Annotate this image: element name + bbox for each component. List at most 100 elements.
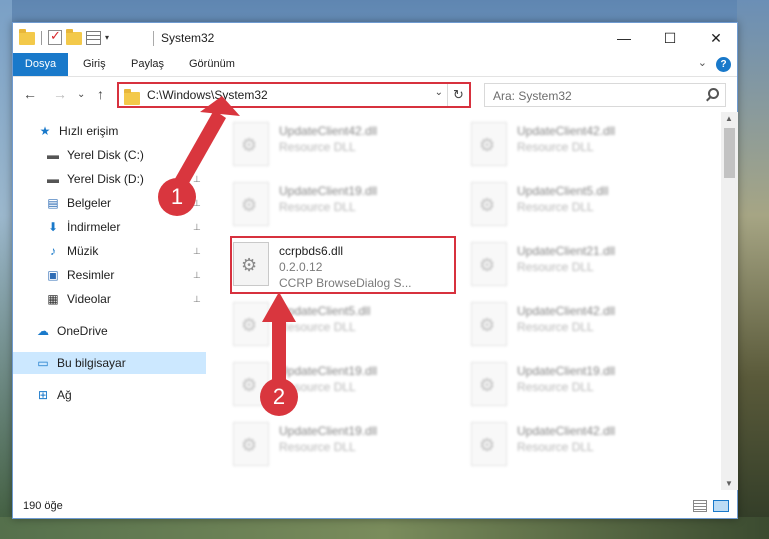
dll-file-icon	[471, 422, 507, 466]
dll-file-icon	[233, 422, 269, 466]
large-icons-view-icon[interactable]	[713, 500, 729, 512]
sidebar-item-downloads[interactable]: ⬇ İndirmeler ⊥	[13, 216, 206, 238]
list-item[interactable]: UpdateClient42.dll Resource DLL	[471, 420, 701, 476]
scroll-down-icon[interactable]: ▼	[725, 479, 733, 488]
dll-file-icon	[471, 122, 507, 166]
address-path[interactable]: C:\Windows\System32	[147, 88, 268, 102]
address-bar[interactable]: C:\Windows\System32 ⌄ ↻	[117, 82, 471, 108]
dll-file-icon	[471, 302, 507, 346]
computer-icon: ▭	[37, 356, 49, 370]
sidebar-item-this-pc[interactable]: ▭ Bu bilgisayar	[13, 352, 206, 374]
desktop-background-left	[0, 0, 12, 539]
list-item[interactable]: UpdateClient19.dll Resource DLL	[471, 360, 701, 416]
dll-file-icon	[233, 302, 269, 346]
list-item[interactable]: UpdateClient21.dll Resource DLL	[471, 240, 701, 296]
close-button[interactable]: ✕	[693, 23, 739, 53]
search-placeholder: Ara: System32	[493, 89, 572, 103]
list-item[interactable]: UpdateClient42.dll Resource DLL	[471, 120, 701, 176]
tab-home[interactable]: Giriş	[73, 53, 116, 76]
forward-button[interactable]: →	[53, 86, 67, 102]
help-icon[interactable]: ?	[716, 57, 731, 72]
sidebar-item-label: Resimler	[67, 268, 115, 282]
file-name: UpdateClient5.dll	[517, 184, 609, 198]
vertical-scrollbar[interactable]: ▲ ▼	[721, 112, 738, 490]
download-icon: ⬇	[47, 220, 59, 234]
sidebar-item-onedrive[interactable]: ☁ OneDrive	[13, 320, 206, 342]
network-icon: ⊞	[37, 388, 49, 402]
search-input[interactable]: Ara: System32	[484, 83, 726, 107]
maximize-button[interactable]: ☐	[647, 23, 693, 53]
file-name: UpdateClient42.dll	[517, 124, 616, 138]
tab-file[interactable]: Dosya	[13, 53, 68, 76]
pin-icon[interactable]: ⊥	[193, 174, 201, 185]
minimize-button[interactable]: —	[601, 23, 647, 53]
back-button[interactable]: ←	[23, 86, 37, 102]
up-button[interactable]: ↑	[97, 86, 104, 102]
file-description: Resource DLL	[517, 380, 594, 394]
sidebar-item-network[interactable]: ⊞ Ağ	[13, 384, 206, 406]
desktop-background-bottom	[0, 517, 769, 539]
details-view-icon[interactable]	[693, 500, 707, 512]
documents-icon: ▤	[47, 196, 59, 210]
navigation-pane: ★ Hızlı erişim ▬ Yerel Disk (C:) ▬ Yerel…	[13, 112, 206, 490]
properties-check-icon[interactable]	[48, 28, 62, 45]
list-item[interactable]: UpdateClient19.dll Resource DLL	[233, 180, 463, 236]
sidebar-item-label: Müzik	[67, 244, 99, 258]
file-description: Resource DLL	[517, 320, 594, 334]
new-folder-icon[interactable]	[66, 29, 82, 45]
file-name: UpdateClient42.dll	[279, 124, 378, 138]
list-item[interactable]: UpdateClient5.dll Resource DLL	[233, 300, 463, 356]
refresh-button[interactable]: ↻	[447, 84, 469, 106]
file-description: Resource DLL	[279, 440, 356, 454]
drive-icon: ▬	[47, 148, 59, 162]
sidebar-item-quick-access[interactable]: ★ Hızlı erişim	[13, 120, 206, 142]
sidebar-item-label: Yerel Disk (C:)	[67, 148, 144, 162]
tab-view[interactable]: Görünüm	[179, 53, 245, 76]
recent-locations-chevron-icon[interactable]: ⌄	[77, 89, 85, 100]
item-count: 190 öğe	[23, 500, 63, 512]
pin-icon[interactable]: ⊥	[193, 294, 201, 305]
list-item[interactable]: UpdateClient42.dll Resource DLL	[471, 300, 701, 356]
folder-icon	[124, 89, 140, 105]
onedrive-icon: ☁	[37, 324, 49, 338]
title-separator	[153, 31, 154, 46]
separator	[41, 30, 42, 45]
step-badge-1: 1	[158, 178, 196, 216]
music-icon: ♪	[50, 244, 56, 258]
scroll-up-icon[interactable]: ▲	[725, 114, 733, 123]
window-title: System32	[161, 31, 215, 45]
file-description: Resource DLL	[517, 260, 594, 274]
expand-ribbon-chevron-icon[interactable]: ⌄	[698, 56, 707, 69]
list-item[interactable]: UpdateClient5.dll Resource DLL	[471, 180, 701, 236]
dll-file-icon	[471, 362, 507, 406]
pin-icon[interactable]: ⊥	[193, 270, 201, 281]
file-description: Resource DLL	[279, 320, 356, 334]
search-icon[interactable]	[708, 88, 719, 99]
drive-icon: ▬	[47, 172, 59, 186]
dll-file-icon	[233, 122, 269, 166]
sidebar-item-videos[interactable]: ▦ Videolar ⊥	[13, 288, 206, 310]
pictures-icon: ▣	[47, 268, 59, 282]
desktop-background-right	[737, 0, 769, 539]
file-name: UpdateClient19.dll	[279, 364, 378, 378]
pin-icon[interactable]: ⊥	[193, 222, 201, 233]
sidebar-item-pictures[interactable]: ▣ Resimler ⊥	[13, 264, 206, 286]
sidebar-item-music[interactable]: ♪ Müzik ⊥	[13, 240, 206, 262]
address-dropdown-chevron-icon[interactable]: ⌄	[435, 87, 443, 98]
customize-toolbar-chevron-icon[interactable]: ▾	[105, 33, 109, 42]
properties-icon[interactable]	[86, 30, 101, 45]
sidebar-item-label: Belgeler	[67, 196, 112, 210]
tab-share[interactable]: Paylaş	[121, 53, 174, 76]
list-item[interactable]: UpdateClient19.dll Resource DLL	[233, 420, 463, 476]
pin-icon[interactable]: ⊥	[193, 246, 201, 257]
sidebar-item-local-disk-c[interactable]: ▬ Yerel Disk (C:)	[13, 144, 206, 166]
list-item[interactable]: UpdateClient42.dll Resource DLL	[233, 120, 463, 176]
file-list: UpdateClient42.dll Resource DLL UpdateCl…	[219, 112, 719, 490]
star-icon: ★	[39, 124, 51, 138]
file-description: Resource DLL	[517, 440, 594, 454]
scrollbar-thumb[interactable]	[724, 128, 735, 178]
file-name: UpdateClient19.dll	[517, 364, 616, 378]
file-name: UpdateClient21.dll	[517, 244, 616, 258]
videos-icon: ▦	[47, 292, 59, 306]
sidebar-item-label: İndirmeler	[67, 220, 121, 234]
